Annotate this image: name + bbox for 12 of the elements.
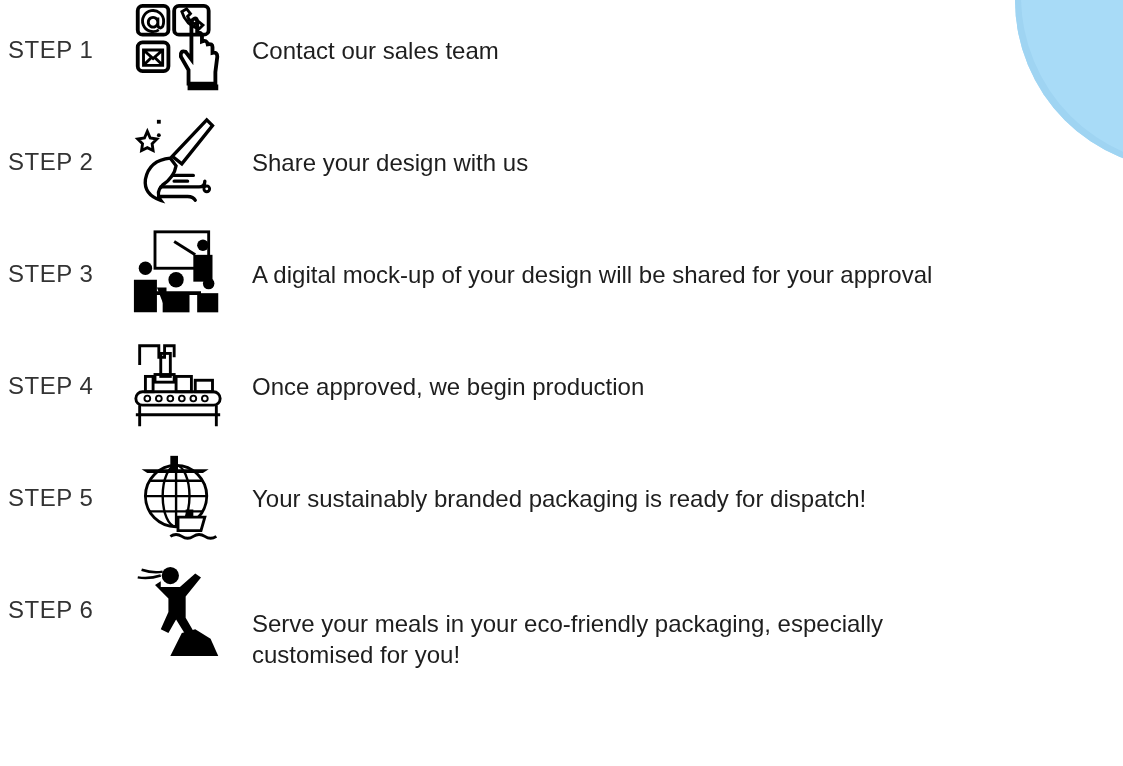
step-description: A digital mock-up of your design will be shared for your approval bbox=[252, 259, 933, 290]
step-description: Serve your meals in your eco-friendly packaging, especially customised for you! bbox=[252, 609, 884, 670]
step-description: Share your design with us bbox=[252, 147, 529, 178]
step-description: Your sustainably branded packaging is ready for dispatch! bbox=[252, 483, 867, 514]
step-label: STEP 1 bbox=[7, 36, 95, 64]
step-description: Contact our sales team bbox=[252, 35, 499, 66]
step-label: STEP 5 bbox=[7, 484, 95, 512]
step-label: STEP 3 bbox=[7, 260, 95, 288]
step-label: STEP 6 bbox=[7, 596, 95, 624]
step-label: STEP 4 bbox=[7, 372, 95, 400]
step-description: Once approved, we begin production bbox=[252, 371, 645, 402]
step-label: STEP 2 bbox=[7, 148, 95, 176]
